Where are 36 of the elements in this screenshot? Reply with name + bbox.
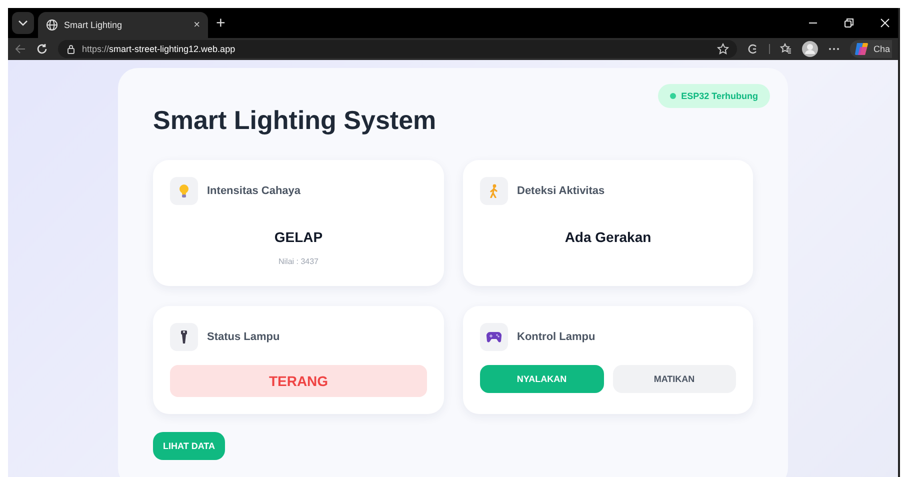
page-title: Smart Lighting System — [153, 104, 436, 136]
url-text: https://smart-street-lighting12.web.app — [82, 44, 236, 54]
lightbulb-icon — [178, 184, 190, 198]
address-field[interactable]: https://smart-street-lighting12.web.app — [58, 40, 738, 58]
tab-close-button[interactable]: × — [194, 19, 200, 31]
favorites-icon[interactable] — [780, 43, 792, 55]
lock-icon — [66, 44, 76, 54]
card-label: Kontrol Lampu — [517, 331, 596, 343]
profile-avatar-icon[interactable] — [802, 41, 818, 57]
card-label: Intensitas Cahaya — [207, 185, 301, 197]
chevron-down-icon — [18, 18, 28, 28]
copilot-button[interactable]: Cha — [850, 40, 892, 58]
extension-icon[interactable] — [747, 43, 760, 55]
lamp-status-indicator: TERANG — [170, 365, 427, 397]
new-tab-button[interactable]: + — [216, 16, 226, 32]
sensor-reading: Nilai : 3437 — [277, 257, 320, 266]
close-icon[interactable] — [880, 18, 890, 28]
star-icon[interactable] — [717, 43, 730, 55]
motion-value: Ada Gerakan — [564, 229, 652, 245]
walking-figure-icon — [488, 184, 500, 198]
connection-badge: ESP32 Terhubung — [658, 84, 770, 108]
reload-icon[interactable] — [36, 43, 48, 55]
more-icon[interactable] — [828, 47, 840, 51]
back-icon[interactable] — [14, 43, 26, 55]
restore-icon[interactable] — [844, 18, 854, 28]
light-level-value: GELAP — [273, 229, 324, 245]
flashlight-icon — [179, 330, 189, 344]
copilot-icon — [854, 41, 870, 57]
globe-icon — [46, 19, 58, 31]
card-label: Status Lampu — [207, 331, 280, 343]
tab-title: Smart Lighting — [64, 20, 124, 30]
browser-tab[interactable]: Smart Lighting × — [38, 12, 208, 38]
lamp-control-button[interactable]: MATIKAN — [612, 365, 736, 393]
tab-list-button[interactable] — [12, 12, 34, 34]
card-label: Deteksi Aktivitas — [517, 185, 605, 197]
gamepad-icon — [486, 331, 502, 343]
